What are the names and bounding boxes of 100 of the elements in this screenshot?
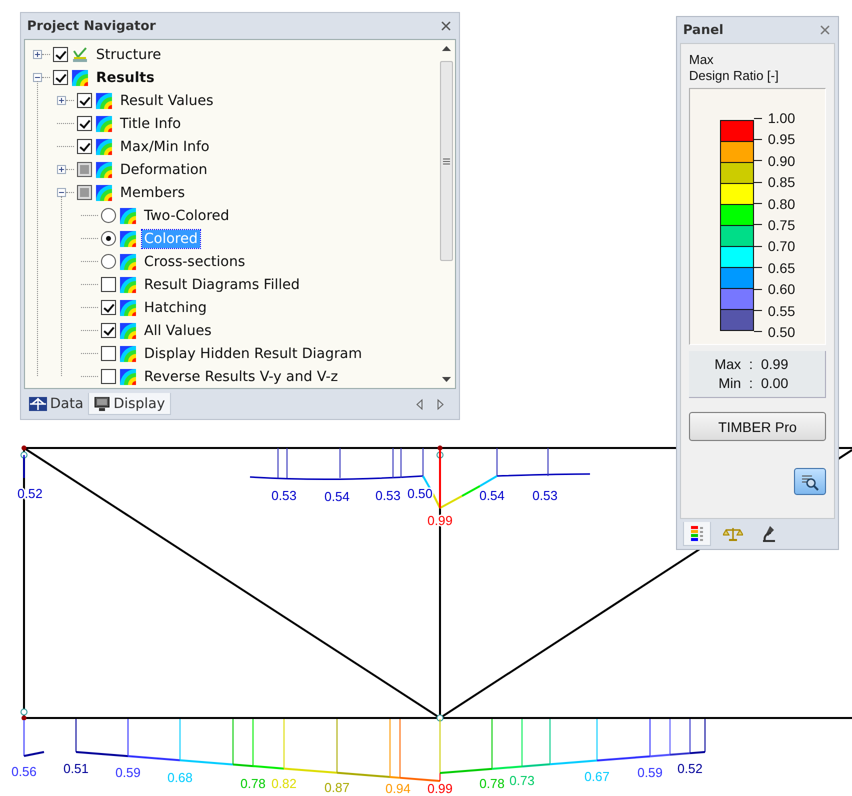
contour-icon bbox=[120, 208, 136, 224]
result-value: 0.54 bbox=[324, 489, 350, 504]
checkbox[interactable] bbox=[53, 70, 68, 85]
timber-pro-button[interactable]: TIMBER Pro bbox=[689, 412, 826, 441]
tree-item[interactable]: Max/Min Info bbox=[118, 138, 212, 156]
legend-value: 0.75 bbox=[768, 216, 796, 233]
result-value: 0.78 bbox=[240, 776, 266, 791]
tree-item[interactable]: Display Hidden Result Diagram bbox=[142, 344, 364, 362]
result-value: 0.59 bbox=[115, 765, 141, 780]
grip-icon bbox=[443, 158, 450, 164]
microscope-icon bbox=[761, 525, 777, 543]
tree-item[interactable]: Hatching bbox=[142, 298, 209, 316]
result-value: 0.82 bbox=[271, 776, 297, 791]
tree-item[interactable]: Result Values bbox=[118, 92, 216, 110]
scroll-up-icon[interactable] bbox=[442, 46, 451, 51]
tree-item[interactable]: Results bbox=[94, 68, 156, 86]
result-value: 0.53 bbox=[271, 488, 297, 503]
checkbox[interactable] bbox=[101, 369, 116, 384]
radio-button[interactable] bbox=[101, 208, 116, 223]
result-value: 0.53 bbox=[375, 488, 401, 503]
result-value: 0.68 bbox=[167, 770, 193, 785]
tree-item[interactable]: Title Info bbox=[118, 114, 183, 132]
separator: : bbox=[748, 374, 754, 393]
contour-icon bbox=[120, 276, 136, 292]
scroll-down-icon[interactable] bbox=[442, 377, 451, 382]
contour-icon bbox=[96, 92, 112, 108]
result-value: 0.56 bbox=[11, 764, 37, 779]
tree-item[interactable]: Reverse Results V-y and V-z bbox=[142, 368, 340, 386]
legend-value: 0.50 bbox=[768, 324, 796, 340]
checkbox[interactable] bbox=[77, 93, 92, 108]
window-title: Project Navigator bbox=[27, 18, 156, 34]
result-value: 0.52 bbox=[677, 761, 703, 776]
balance-scale-icon bbox=[723, 526, 743, 542]
expand-icon[interactable] bbox=[33, 50, 42, 59]
checkbox[interactable] bbox=[77, 162, 92, 177]
close-icon[interactable] bbox=[820, 25, 830, 35]
legend-value: 0.55 bbox=[768, 302, 796, 319]
result-value: 0.51 bbox=[63, 761, 89, 776]
collapse-icon[interactable] bbox=[33, 73, 42, 82]
result-value: 0.54 bbox=[479, 488, 505, 503]
truss-icon bbox=[29, 397, 47, 411]
tree-item[interactable]: Two-Colored bbox=[142, 206, 232, 224]
legend-value: 1.00 bbox=[768, 110, 796, 126]
close-icon[interactable] bbox=[441, 21, 451, 31]
expand-icon[interactable] bbox=[57, 165, 66, 174]
tree-item[interactable]: Deformation bbox=[118, 160, 210, 178]
magnifier-icon bbox=[800, 472, 820, 490]
separator: : bbox=[748, 355, 754, 374]
legend-tab[interactable] bbox=[683, 522, 711, 546]
collapse-icon[interactable] bbox=[57, 188, 66, 197]
expand-icon[interactable] bbox=[57, 96, 66, 105]
contour-icon bbox=[96, 138, 112, 154]
scroll-right-icon[interactable] bbox=[437, 398, 444, 410]
checkbox[interactable] bbox=[77, 185, 92, 200]
legend-value: 0.95 bbox=[768, 131, 796, 148]
checkbox[interactable] bbox=[101, 346, 116, 361]
window-title: Panel bbox=[683, 22, 724, 38]
tree-item[interactable]: All Values bbox=[142, 322, 214, 340]
legend-icon bbox=[690, 524, 704, 542]
result-value: 0.67 bbox=[584, 769, 610, 784]
result-value: 0.78 bbox=[479, 776, 505, 791]
contour-icon bbox=[96, 162, 112, 178]
radio-button[interactable] bbox=[101, 254, 116, 269]
result-value: 0.94 bbox=[385, 781, 411, 796]
legend-value: 0.70 bbox=[768, 238, 796, 254]
legend-value: 0.85 bbox=[768, 174, 796, 190]
checkbox[interactable] bbox=[101, 300, 116, 315]
scroll-left-icon[interactable] bbox=[416, 398, 423, 410]
tab[interactable]: Display bbox=[88, 393, 172, 415]
checkbox[interactable] bbox=[101, 323, 116, 338]
result-value: 0.87 bbox=[324, 780, 350, 795]
contour-icon bbox=[120, 322, 136, 338]
extreme-value: 0.00 bbox=[761, 374, 788, 393]
result-value: 0.53 bbox=[532, 488, 558, 503]
contour-icon bbox=[120, 300, 136, 316]
contour-icon bbox=[120, 346, 136, 362]
contour-icon bbox=[96, 116, 112, 132]
checkbox[interactable] bbox=[53, 47, 68, 62]
result-value: 0.73 bbox=[509, 773, 535, 788]
legend-value: 0.65 bbox=[768, 260, 796, 276]
contour-icon bbox=[72, 70, 88, 86]
structure-icon bbox=[72, 46, 88, 62]
extreme-value: 0.99 bbox=[761, 355, 788, 374]
tab[interactable]: Data bbox=[24, 393, 88, 415]
checkbox[interactable] bbox=[77, 116, 92, 131]
legend-value: 0.90 bbox=[768, 152, 796, 169]
checkbox[interactable] bbox=[101, 277, 116, 292]
contour-icon bbox=[120, 254, 136, 270]
contour-icon bbox=[120, 368, 136, 384]
radio-button[interactable] bbox=[101, 231, 116, 246]
monitor-icon bbox=[94, 396, 110, 410]
tree-item[interactable]: Members bbox=[118, 184, 187, 202]
tree-item[interactable]: Structure bbox=[94, 46, 164, 64]
search-button[interactable] bbox=[794, 468, 826, 495]
tree-item[interactable]: Result Diagrams Filled bbox=[142, 276, 302, 294]
checkbox[interactable] bbox=[77, 139, 92, 154]
legend-value: 0.80 bbox=[768, 196, 796, 212]
extreme-label: Max bbox=[714, 355, 741, 374]
result-value: 0.59 bbox=[637, 765, 663, 780]
tree-item[interactable]: Cross-sections bbox=[142, 252, 248, 270]
